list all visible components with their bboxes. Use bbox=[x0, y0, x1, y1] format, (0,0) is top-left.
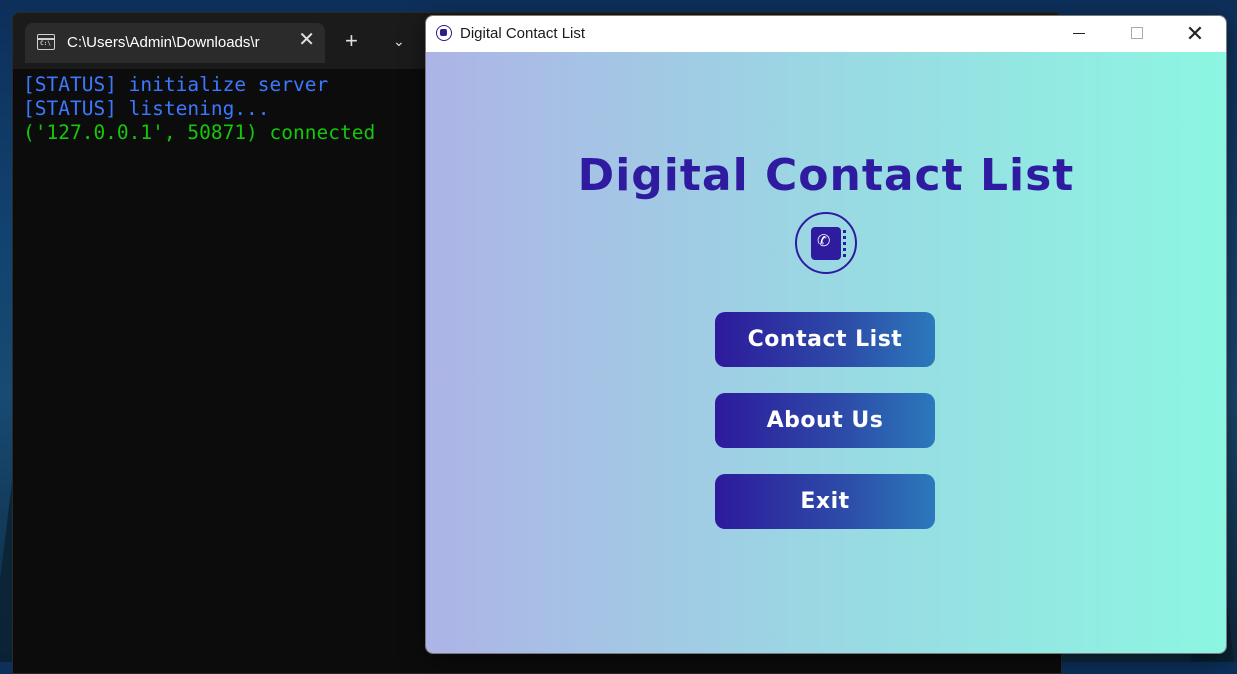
minimize-icon bbox=[1073, 32, 1085, 34]
phone-icon: ✆ bbox=[817, 233, 831, 250]
app-title-bar[interactable]: Digital Contact List ✕ bbox=[426, 16, 1226, 52]
book-icon: ✆ bbox=[811, 227, 846, 260]
maximize-button[interactable] bbox=[1108, 16, 1166, 52]
app-main-panel: Digital Contact List ✆ Contact List Abou… bbox=[426, 52, 1226, 653]
terminal-icon: C:\ bbox=[37, 34, 55, 50]
minimize-button[interactable] bbox=[1050, 16, 1108, 52]
window-title: Digital Contact List bbox=[460, 25, 586, 42]
maximize-icon bbox=[1131, 27, 1143, 39]
close-tab-icon[interactable]: ✕ bbox=[298, 30, 315, 50]
close-icon: ✕ bbox=[1185, 21, 1205, 46]
close-window-button[interactable]: ✕ bbox=[1166, 16, 1224, 52]
about-us-button[interactable]: About Us bbox=[715, 393, 935, 448]
app-logo-icon bbox=[436, 25, 452, 41]
page-title: Digital Contact List bbox=[577, 150, 1075, 201]
exit-button[interactable]: Exit bbox=[715, 474, 935, 529]
terminal-tab-title: C:\Users\Admin\Downloads\r bbox=[67, 34, 260, 51]
contact-book-icon: ✆ bbox=[795, 212, 857, 274]
contact-list-button[interactable]: Contact List bbox=[715, 312, 935, 367]
new-tab-button[interactable]: + bbox=[345, 30, 358, 52]
app-window: Digital Contact List ✕ Digital Contact L… bbox=[425, 15, 1227, 654]
terminal-tab[interactable]: C:\ C:\Users\Admin\Downloads\r ✕ bbox=[25, 23, 325, 63]
chevron-down-icon[interactable]: ⌄ bbox=[393, 33, 405, 50]
